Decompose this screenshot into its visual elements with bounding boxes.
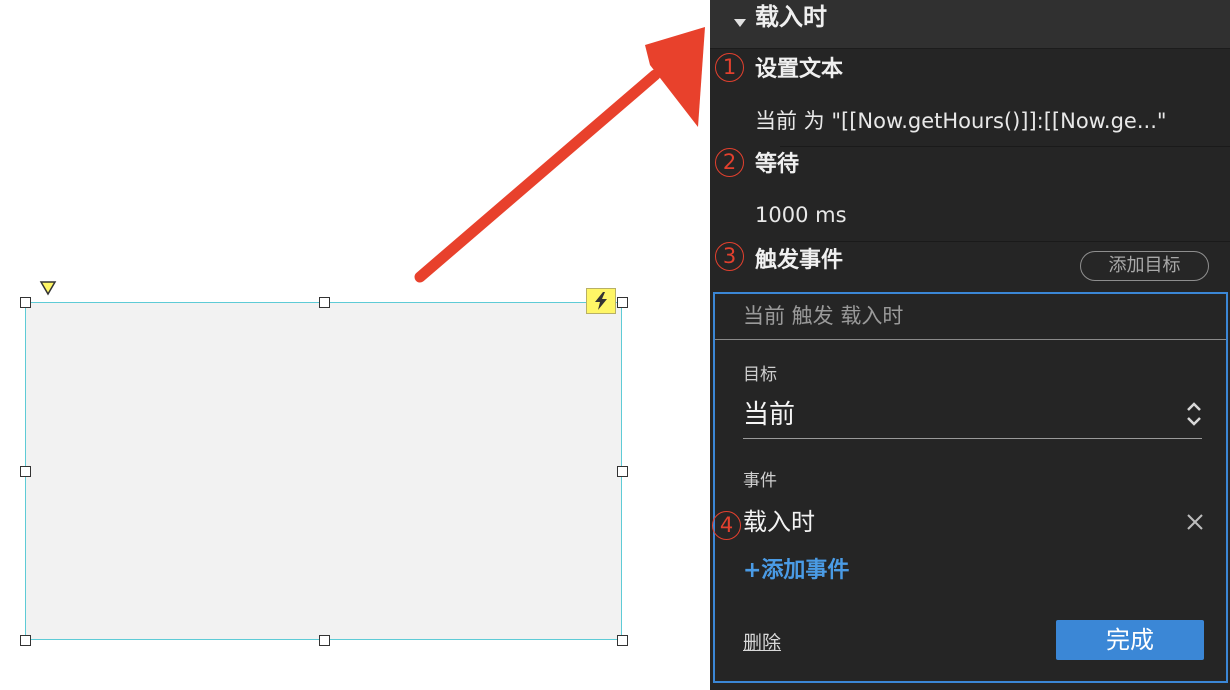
action-detail-wait[interactable]: 1000 ms — [755, 201, 847, 229]
divider — [715, 339, 1226, 340]
close-icon[interactable] — [1185, 512, 1205, 532]
anchor-triangle-icon[interactable] — [39, 280, 57, 296]
annotation-number-1: 1 — [715, 53, 744, 82]
add-event-link[interactable]: +添加事件 — [743, 556, 849, 586]
rectangle-shape[interactable] — [25, 302, 622, 640]
target-select-value: 当前 — [743, 400, 796, 430]
resize-handle-right[interactable] — [617, 466, 628, 477]
section-header[interactable]: 载入时 — [710, 0, 1230, 49]
target-label: 目标 — [743, 365, 777, 385]
divider — [780, 241, 1230, 242]
done-button[interactable]: 完成 — [1056, 620, 1204, 660]
section-title: 载入时 — [755, 3, 827, 31]
caret-down-icon[interactable] — [734, 18, 746, 28]
delete-link[interactable]: 删除 — [743, 630, 781, 656]
interaction-panel: 载入时 1 设置文本 当前 为 "[[Now.getHours()]]:[[No… — [710, 0, 1230, 690]
annotation-number-4: 4 — [712, 511, 741, 540]
design-canvas[interactable] — [0, 0, 710, 690]
resize-handle-bottom-right[interactable] — [617, 635, 628, 646]
action-title-set-text[interactable]: 设置文本 — [755, 56, 843, 84]
annotation-number-2: 2 — [715, 148, 744, 177]
chevron-updown-icon — [1187, 402, 1201, 426]
resize-handle-top-right[interactable] — [617, 297, 628, 308]
action-title-fire-event[interactable]: 触发事件 — [755, 247, 843, 275]
action-title-wait[interactable]: 等待 — [755, 151, 799, 179]
arrow-icon — [414, 27, 705, 283]
resize-handle-bottom-left[interactable] — [20, 635, 31, 646]
event-item[interactable]: 载入时 — [743, 506, 815, 538]
event-summary: 当前 触发 载入时 — [743, 304, 904, 328]
target-select[interactable]: 当前 — [743, 394, 1202, 439]
bolt-glyph-icon — [595, 292, 607, 310]
resize-handle-left[interactable] — [20, 466, 31, 477]
event-label: 事件 — [743, 471, 777, 491]
lightning-bolt-icon[interactable] — [586, 288, 616, 314]
action-detail-set-text[interactable]: 当前 为 "[[Now.getHours()]]:[[Now.ge..." — [755, 107, 1167, 135]
resize-handle-bottom[interactable] — [319, 635, 330, 646]
resize-handle-top-left[interactable] — [20, 297, 31, 308]
add-target-button[interactable]: 添加目标 — [1080, 251, 1209, 281]
annotation-number-3: 3 — [715, 242, 744, 271]
divider — [780, 146, 1230, 147]
event-editor: 当前 触发 载入时 目标 当前 事件 4 载入时 +添加事件 删除 完成 — [712, 292, 1228, 683]
resize-handle-top[interactable] — [319, 297, 330, 308]
